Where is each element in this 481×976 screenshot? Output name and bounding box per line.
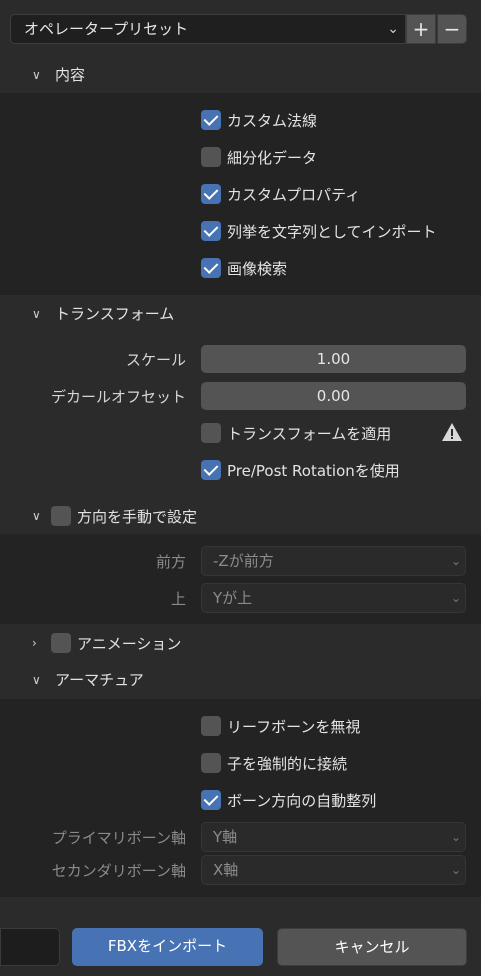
secondary-bone-axis-label: セカンダリボーン軸	[51, 862, 186, 880]
forward-axis-dropdown[interactable]: -Zが前方 ⌄	[201, 546, 466, 576]
expand-arrow-icon: ∨	[32, 68, 41, 82]
force-connect-children-checkbox[interactable]	[201, 753, 221, 773]
import-fbx-button[interactable]: FBXをインポート	[72, 928, 263, 966]
primary-bone-axis-value: Y軸	[213, 828, 238, 846]
manual-orientation-checkbox[interactable]	[51, 506, 71, 526]
chevron-down-icon: ⌄	[387, 21, 399, 37]
custom-normals-label: カスタム法線	[227, 112, 318, 130]
forward-axis-value: -Zが前方	[213, 552, 274, 570]
transform-section-header[interactable]: ∨ トランスフォーム	[0, 296, 481, 332]
operator-preset-dropdown[interactable]: オペレータープリセット ⌄	[10, 14, 406, 44]
chevron-down-icon: ⌄	[450, 863, 461, 877]
expand-arrow-icon: ∨	[32, 307, 41, 321]
up-axis-value: Yが上	[213, 589, 253, 607]
primary-bone-axis-label: プライマリボーン軸	[51, 829, 186, 847]
add-preset-button[interactable]: +	[406, 14, 436, 44]
import-enums-as-strings-label: 列挙を文字列としてインポート	[227, 223, 437, 241]
chevron-down-icon: ⌄	[450, 830, 461, 844]
operator-preset-label: オペレータープリセット	[24, 20, 189, 38]
auto-bone-orientation-checkbox[interactable]	[201, 790, 221, 810]
orientation-section-header[interactable]: ∨	[0, 498, 481, 534]
image-search-label: 画像検索	[227, 260, 288, 278]
scale-field[interactable]: 1.00	[201, 345, 466, 373]
auto-bone-orientation-label: ボーン方向の自動整列	[227, 792, 377, 810]
decal-offset-field[interactable]: 0.00	[201, 382, 466, 410]
chevron-down-icon: ⌄	[450, 591, 461, 605]
chevron-down-icon: ⌄	[450, 554, 461, 568]
expand-arrow-icon: ∨	[32, 509, 41, 523]
use-prepost-rotation-checkbox[interactable]	[201, 460, 221, 480]
scale-label: スケール	[125, 351, 186, 369]
expand-arrow-icon: ∨	[32, 673, 41, 687]
use-prepost-rotation-label: Pre/Post Rotationを使用	[227, 462, 400, 480]
up-axis-label: 上	[170, 590, 186, 608]
force-connect-children-label: 子を強制的に接続	[227, 755, 348, 773]
manual-orientation-label: 方向を手動で設定	[77, 508, 198, 526]
subdivision-data-checkbox[interactable]	[201, 147, 221, 167]
custom-properties-label: カスタムプロパティ	[227, 186, 361, 204]
warning-icon	[442, 423, 462, 441]
primary-bone-axis-dropdown[interactable]: Y軸 ⌄	[201, 822, 466, 852]
animation-section-header[interactable]: ›	[0, 625, 481, 661]
ignore-leaf-bones-label: リーフボーンを無視	[227, 718, 361, 736]
content-section-title: 内容	[55, 66, 86, 84]
custom-properties-checkbox[interactable]	[201, 184, 221, 204]
content-section-header[interactable]: ∨ 内容	[0, 57, 481, 93]
footer-blank-field[interactable]	[0, 928, 60, 966]
decal-offset-label: デカールオフセット	[50, 388, 186, 406]
forward-axis-label: 前方	[155, 553, 186, 571]
transform-section-title: トランスフォーム	[55, 305, 175, 323]
subdivision-data-label: 細分化データ	[227, 149, 318, 167]
up-axis-dropdown[interactable]: Yが上 ⌄	[201, 583, 466, 613]
collapse-arrow-icon: ›	[32, 636, 37, 650]
remove-preset-button[interactable]: −	[437, 14, 467, 44]
apply-transform-checkbox[interactable]	[201, 423, 221, 443]
animation-label: アニメーション	[77, 635, 182, 653]
custom-normals-checkbox[interactable]	[201, 110, 221, 130]
cancel-button[interactable]: キャンセル	[277, 928, 467, 966]
operator-preset-row: オペレータープリセット ⌄ + −	[10, 14, 468, 44]
image-search-checkbox[interactable]	[201, 258, 221, 278]
animation-checkbox[interactable]	[51, 633, 71, 653]
secondary-bone-axis-dropdown[interactable]: X軸 ⌄	[201, 855, 466, 885]
apply-transform-label: トランスフォームを適用	[227, 425, 392, 443]
armature-section-title: アーマチュア	[55, 671, 144, 689]
armature-section-header[interactable]: ∨ アーマチュア	[0, 662, 481, 698]
import-enums-as-strings-checkbox[interactable]	[201, 221, 221, 241]
secondary-bone-axis-value: X軸	[213, 861, 239, 879]
ignore-leaf-bones-checkbox[interactable]	[201, 716, 221, 736]
